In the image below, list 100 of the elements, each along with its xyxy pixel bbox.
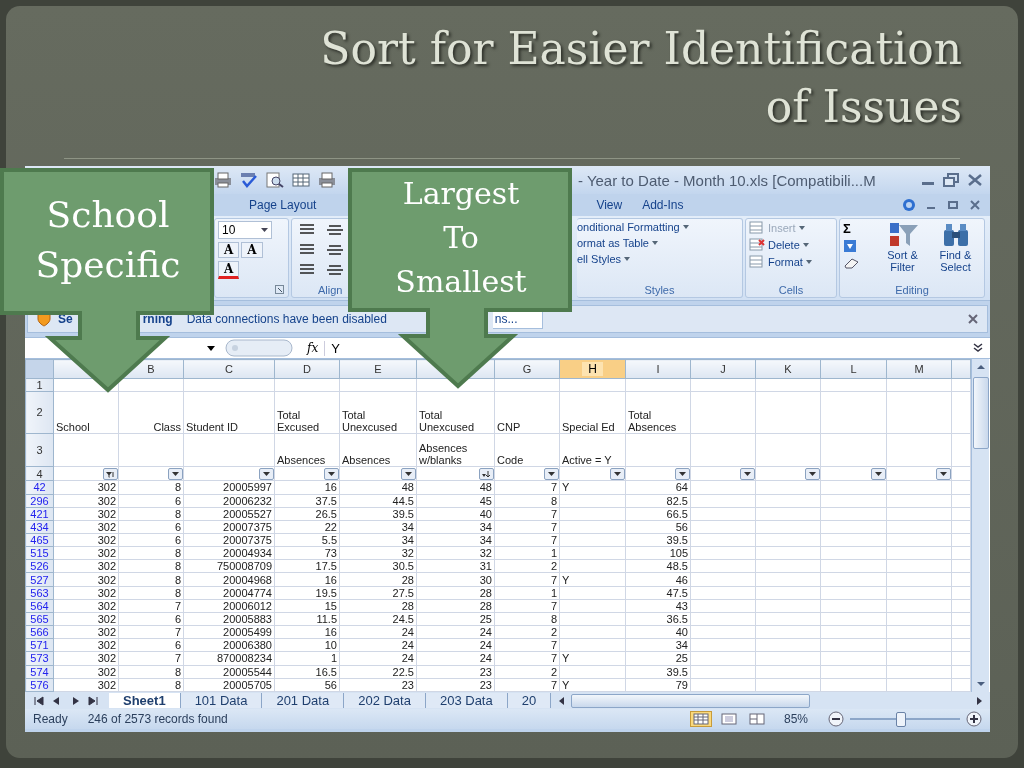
filter-button[interactable] <box>805 468 820 480</box>
cells-menu-button[interactable]: Format <box>749 255 833 268</box>
find-select-button[interactable]: Find & Select <box>930 221 981 273</box>
column-header[interactable]: L <box>844 363 863 375</box>
grid-icon[interactable] <box>291 172 311 188</box>
sort-filter-button[interactable]: Sort & Filter <box>877 221 929 273</box>
caret-icon <box>328 472 335 477</box>
column-header[interactable]: H <box>582 362 603 376</box>
table-cell: 25 <box>479 613 492 625</box>
table-cell: 7 <box>550 639 557 651</box>
table-cell: 10 <box>324 639 337 651</box>
filter-button[interactable] <box>610 468 625 480</box>
filter-button[interactable] <box>675 468 690 480</box>
column-header[interactable]: G <box>516 363 538 375</box>
styles-menu-button[interactable]: ormat as Table <box>577 237 739 249</box>
caret-icon <box>614 472 621 477</box>
filter-button[interactable] <box>936 468 951 480</box>
filter-button[interactable] <box>103 468 118 480</box>
help-icon[interactable] <box>902 198 916 212</box>
font-size-dropdown[interactable]: 10 <box>218 221 272 239</box>
sheet-tab[interactable]: 203 Data <box>425 693 508 708</box>
table-cell: 7 <box>550 600 557 612</box>
table-cell: 30 <box>479 573 492 586</box>
table-cell: 8 <box>550 495 557 507</box>
chevron-down-icon[interactable] <box>972 342 984 354</box>
column-header[interactable]: M <box>908 363 930 375</box>
styles-menu-button[interactable]: onditional Formatting <box>577 221 739 233</box>
column-header[interactable]: B <box>141 363 161 375</box>
table-cell: 1 <box>550 547 557 559</box>
table-cell: 8 <box>174 587 181 599</box>
window-title: - Year to Date - Month 10.xls [Compatibili...M <box>578 171 876 189</box>
expand-handle-icon[interactable] <box>225 339 293 357</box>
scroll-thumb[interactable] <box>972 377 989 449</box>
restore-icon[interactable] <box>942 173 960 187</box>
restore-icon[interactable] <box>946 198 960 212</box>
grow-font-button[interactable]: A <box>218 242 240 258</box>
eraser-icon[interactable] <box>843 256 861 270</box>
insert-function-button[interactable]: fx <box>307 341 319 355</box>
column-header[interactable]: J <box>714 363 732 375</box>
table-cell: 20005499 <box>223 626 272 638</box>
filter-button[interactable] <box>544 468 559 480</box>
caret-icon <box>263 472 270 477</box>
table-cell: 302 <box>97 652 116 664</box>
caret-icon <box>207 345 215 351</box>
table-cell: 28 <box>479 587 492 599</box>
sheet-tab[interactable]: Sheet1 <box>109 693 181 708</box>
ribbon-tab[interactable]: View <box>590 196 629 214</box>
cells-menu-button[interactable]: Delete <box>749 238 833 251</box>
close-icon[interactable] <box>968 198 982 212</box>
filter-button[interactable] <box>740 468 755 480</box>
table-cell: 19.5 <box>315 587 337 599</box>
font-color-button[interactable]: A <box>218 261 240 279</box>
column-header[interactable]: E <box>368 363 388 375</box>
warning-label: rning <box>142 312 173 326</box>
filter-button[interactable] <box>259 468 274 480</box>
ribbon-tab[interactable]: Add-Ins <box>636 196 690 214</box>
filter-button[interactable] <box>401 468 416 480</box>
spelling-check-icon[interactable] <box>239 172 259 188</box>
table-cell: 17.5 <box>315 560 337 572</box>
column-header[interactable]: K <box>778 363 798 375</box>
dialog-launcher-icon[interactable] <box>275 285 284 294</box>
caret-icon <box>805 259 812 264</box>
sheet-tab[interactable]: 101 Data <box>180 693 263 708</box>
shrink-font-button[interactable]: A <box>241 242 263 258</box>
table-cell: 16 <box>324 626 337 638</box>
filter-button[interactable] <box>168 468 183 480</box>
printer-icon[interactable] <box>213 172 233 188</box>
table-cell: 302 <box>97 639 116 651</box>
sheet-tab[interactable]: 20 <box>507 693 552 708</box>
row-header[interactable]: 2 <box>25 391 54 434</box>
normal-view-button[interactable] <box>689 711 712 727</box>
zoom-in-icon[interactable] <box>966 711 982 727</box>
column-header[interactable]: C <box>219 363 239 375</box>
table-cell: 24 <box>401 626 414 638</box>
table-cell: 6 <box>174 613 181 625</box>
printer-icon[interactable] <box>317 172 337 188</box>
table-cell: Y <box>562 652 570 664</box>
filter-button[interactable] <box>479 468 494 480</box>
close-icon[interactable] <box>966 173 984 187</box>
table-cell: 302 <box>97 481 116 493</box>
scroll-thumb[interactable] <box>571 693 810 708</box>
sheet-tab[interactable]: 201 Data <box>262 693 345 708</box>
close-icon[interactable] <box>967 313 979 325</box>
ribbon-tab[interactable]: Page Layout <box>243 196 323 214</box>
autosum-button[interactable]: Σ <box>843 221 861 236</box>
table-cell: 32 <box>479 547 492 559</box>
zoom-slider-thumb[interactable] <box>895 712 906 727</box>
scroll-right-icon[interactable] <box>974 695 984 706</box>
filter-button[interactable] <box>324 468 339 480</box>
view-icon <box>748 713 765 725</box>
filter-button[interactable] <box>871 468 886 480</box>
table-cell: 20005544 <box>223 666 272 678</box>
print-preview-icon[interactable] <box>265 172 285 188</box>
row-header[interactable]: 3 <box>25 433 54 467</box>
column-header[interactable]: D <box>297 363 317 375</box>
column-header[interactable]: I <box>650 363 666 375</box>
vertical-scrollbar[interactable] <box>971 359 989 692</box>
sheet-tab[interactable]: 202 Data <box>344 693 426 708</box>
zoom-out-icon[interactable] <box>828 711 844 727</box>
styles-menu-button[interactable]: ell Styles <box>577 253 739 265</box>
